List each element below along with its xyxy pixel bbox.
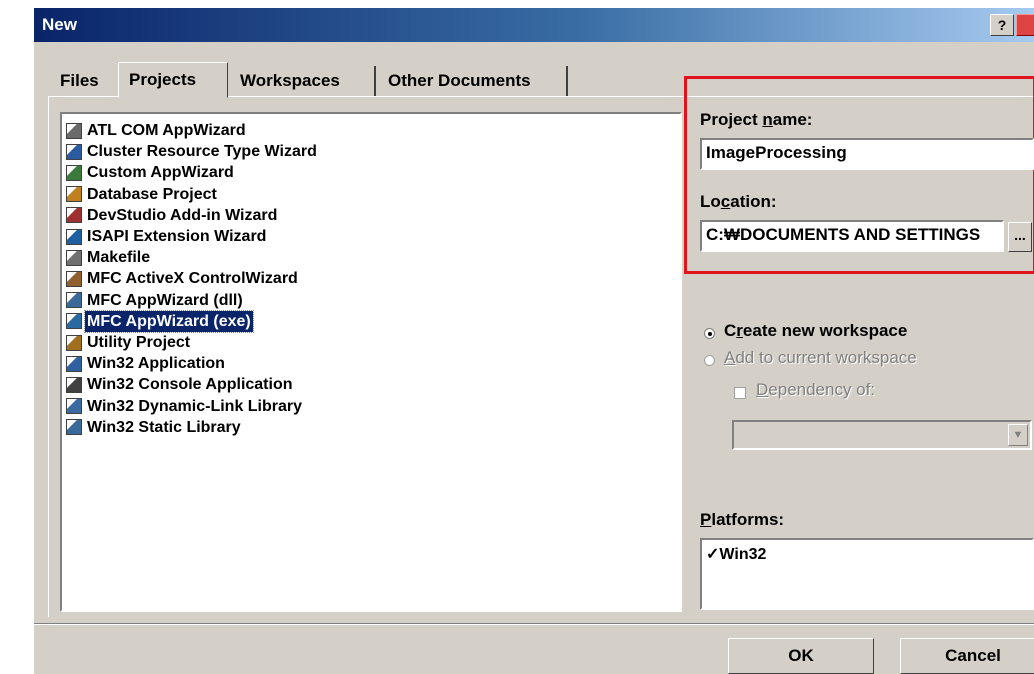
list-item-label: MFC AppWizard (exe)	[84, 309, 254, 333]
globe-icon	[66, 228, 82, 245]
list-item-label: Win32 Application	[87, 355, 225, 373]
dll-icon	[66, 398, 82, 415]
list-item[interactable]: DevStudio Add-in Wizard	[66, 205, 279, 226]
separator	[34, 623, 1034, 625]
list-item-label: Win32 Console Application	[87, 376, 293, 394]
list-item[interactable]: MFC ActiveX ControlWizard	[66, 268, 300, 289]
tab-projects[interactable]: Projects	[118, 62, 228, 98]
add-workspace-label: Add to current workspace	[724, 348, 917, 367]
console-icon	[66, 376, 82, 393]
platforms-list[interactable]: ✓Win32	[700, 538, 1034, 610]
mfc-dll-icon	[66, 292, 82, 309]
check-icon: ✓	[706, 546, 720, 563]
cluster-wizard-icon	[66, 143, 82, 160]
project-name-input[interactable]: ImageProcessing	[700, 138, 1034, 170]
platforms-label: Platforms:	[700, 510, 785, 529]
list-item-label: Win32 Static Library	[87, 418, 241, 436]
activex-icon	[66, 270, 82, 287]
location-label: Location:	[700, 192, 777, 211]
list-item-label: ISAPI Extension Wizard	[87, 228, 267, 245]
list-item[interactable]: ATL COM AppWizard	[66, 120, 248, 141]
tab-workspaces[interactable]: Workspaces	[230, 66, 376, 96]
help-button[interactable]: ?	[990, 14, 1014, 36]
list-item[interactable]: ISAPI Extension Wizard	[66, 226, 268, 247]
new-dialog: New ? Files Projects Workspaces Other Do…	[34, 8, 1034, 674]
chevron-down-icon[interactable]: ▼	[1008, 424, 1028, 446]
location-input[interactable]: C:₩DOCUMENTS AND SETTINGS	[700, 220, 1004, 252]
ok-button[interactable]: OK	[728, 638, 874, 674]
tab-other-documents[interactable]: Other Documents	[378, 66, 568, 96]
list-item-label: ATL COM AppWizard	[87, 122, 246, 139]
list-item-label: DevStudio Add-in Wizard	[87, 206, 278, 224]
list-item[interactable]: Win32 Dynamic-Link Library	[66, 396, 304, 417]
list-item-label: Custom AppWizard	[87, 164, 234, 182]
list-item[interactable]: Makefile	[66, 247, 152, 268]
browse-button[interactable]: ...	[1008, 222, 1032, 252]
list-item[interactable]: Utility Project	[66, 332, 192, 353]
dependency-label: Dependency of:	[756, 380, 876, 399]
list-item-label: Cluster Resource Type Wizard	[87, 143, 317, 161]
list-item[interactable]: Custom AppWizard	[66, 162, 236, 183]
list-item[interactable]: Win32 Static Library	[66, 417, 243, 438]
makefile-icon	[66, 249, 82, 266]
list-item[interactable]: Cluster Resource Type Wizard	[66, 141, 319, 162]
cancel-button[interactable]: Cancel	[900, 638, 1034, 674]
platform-item-win32[interactable]: ✓Win32	[706, 544, 766, 564]
create-workspace-radio[interactable]	[704, 328, 715, 339]
add-workspace-radio[interactable]	[704, 355, 715, 366]
project-type-list[interactable]: ATL COM AppWizard Cluster Resource Type W…	[60, 112, 682, 612]
list-item-label: Makefile	[87, 249, 151, 267]
close-button[interactable]	[1016, 14, 1034, 36]
dependency-combo[interactable]: ▼	[732, 420, 1032, 450]
dependency-checkbox[interactable]	[734, 387, 746, 399]
win32-app-icon	[66, 355, 82, 372]
atl-wizard-icon	[66, 122, 82, 139]
title-bar[interactable]: New ?	[34, 8, 1034, 42]
list-item-label: MFC AppWizard (dll)	[87, 291, 243, 309]
list-item[interactable]: MFC AppWizard (dll)	[66, 290, 245, 311]
static-lib-icon	[66, 419, 82, 436]
list-item[interactable]: Win32 Console Application	[66, 374, 295, 395]
list-item-label: Win32 Dynamic-Link Library	[87, 397, 303, 415]
list-item-label: Utility Project	[87, 334, 191, 351]
list-item[interactable]: Database Project	[66, 184, 219, 205]
list-item-label: Database Project	[87, 185, 217, 203]
utility-icon	[66, 334, 82, 351]
tab-files[interactable]: Files	[50, 66, 109, 96]
database-icon	[66, 186, 82, 203]
list-item[interactable]: MFC AppWizard (exe)	[66, 309, 254, 333]
addin-wizard-icon	[66, 207, 82, 224]
create-workspace-label: Create new workspace	[724, 321, 908, 340]
mfc-exe-icon	[66, 313, 82, 330]
project-name-label: Project name:	[700, 110, 813, 129]
custom-wizard-icon	[66, 164, 82, 181]
list-item[interactable]: Win32 Application	[66, 353, 227, 374]
list-item-label: MFC ActiveX ControlWizard	[87, 270, 298, 288]
window-title: New	[42, 15, 77, 34]
